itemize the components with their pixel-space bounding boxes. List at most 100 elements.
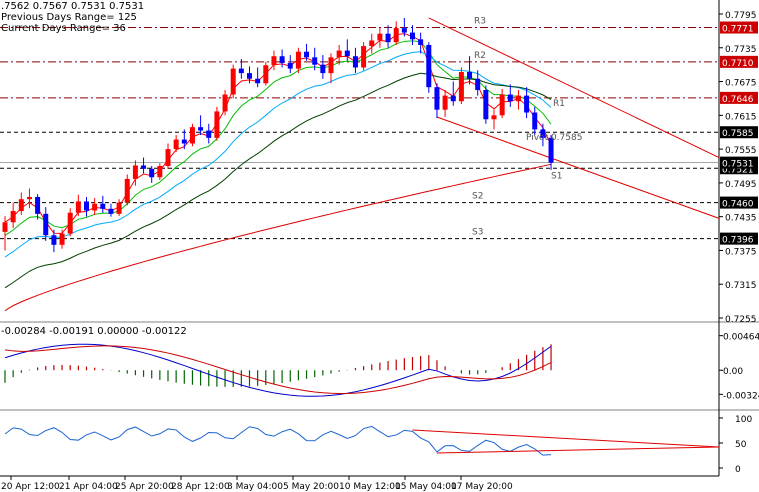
- rsi-tick-label: 50: [735, 440, 747, 450]
- level-price-box-text: 0.7396: [722, 236, 754, 246]
- candle-body: [304, 51, 310, 58]
- pivot-level-label: Pivot 0.7585: [526, 133, 582, 143]
- time-tick-label: 17 May 20:00: [451, 482, 513, 492]
- candle-body: [450, 95, 456, 102]
- candle-body: [165, 149, 171, 166]
- candle-body: [507, 94, 513, 102]
- time-tick-label: 10 May 12:00: [339, 482, 401, 492]
- candle-body: [328, 57, 334, 74]
- candle-body: [336, 50, 342, 58]
- candle-body: [344, 50, 350, 57]
- price-tick-label: 0.7555: [725, 146, 757, 156]
- candle-body: [181, 139, 187, 144]
- level-price-box-text: 0.7710: [722, 59, 754, 69]
- level-label-r1: R1: [553, 99, 565, 109]
- time-tick-label: 15 May 04:00: [395, 482, 457, 492]
- previous-range-readout: Previous Days Range= 125: [1, 12, 137, 23]
- candle-body: [426, 44, 432, 88]
- ohlc-readout: .7562 0.7567 0.7531 0.7531: [1, 1, 145, 12]
- level-label-r3: R3: [474, 17, 486, 27]
- candle-body: [458, 71, 464, 102]
- candle-body: [26, 196, 32, 200]
- candle-body: [222, 94, 228, 112]
- macd-readout: -0.00284 -0.00191 0.00000 -0.00122: [1, 326, 187, 337]
- time-tick-label: 21 Apr 04:00: [59, 482, 118, 492]
- candle-body: [51, 235, 57, 245]
- candle-body: [352, 56, 358, 68]
- candle-body: [483, 90, 489, 120]
- level-label-r2: R2: [474, 51, 486, 61]
- candle-body: [92, 203, 98, 211]
- candle-body: [377, 33, 383, 41]
- price-tick-label: 0.7615: [725, 112, 757, 122]
- candle-body: [35, 196, 41, 214]
- candle-body: [132, 165, 138, 179]
- candle-body: [149, 168, 155, 178]
- level-price-box-text: 0.7771: [722, 25, 754, 35]
- candle-body: [442, 95, 448, 110]
- candle-body: [206, 130, 212, 138]
- forex-chart-window[interactable]: 0.7795 0.7735 0.7675 0.7615 0.7555 0.7495 0.74…: [0, 0, 759, 492]
- candle-body: [385, 33, 391, 43]
- candle-body: [393, 28, 399, 43]
- price-tick-label: 0.7255: [725, 315, 757, 325]
- macd-tick-label: -0.00324: [723, 391, 759, 401]
- candle-body: [189, 127, 195, 144]
- candle-body: [198, 127, 204, 131]
- rsi-tick-label: 0: [735, 465, 741, 475]
- macd-tick-label: 0.00: [723, 367, 743, 377]
- candle-body: [279, 56, 285, 63]
- candle-body: [410, 32, 415, 40]
- macd-tick-label: 0.00464: [723, 333, 759, 343]
- price-tick-label: 0.7435: [725, 214, 757, 224]
- candle-body: [43, 213, 49, 236]
- candle-body: [173, 139, 179, 150]
- candle-body: [312, 57, 318, 65]
- candle-body: [255, 78, 261, 84]
- rsi-tick-label: 100: [735, 415, 752, 425]
- level-price-box-text: 0.7460: [722, 200, 754, 210]
- price-tick-label: 0.7315: [725, 281, 757, 291]
- candle-body: [361, 46, 367, 68]
- candle-body: [67, 212, 73, 234]
- candle-body: [238, 68, 244, 74]
- price-tick-label: 0.7495: [725, 180, 757, 190]
- candle-body: [263, 65, 269, 84]
- level-label-s2: S2: [472, 192, 483, 202]
- price-tick-label: 0.7675: [725, 79, 757, 89]
- candle-body: [59, 233, 65, 245]
- candle-body: [491, 115, 497, 120]
- candle-body: [214, 111, 220, 138]
- level-label-s1: S1: [551, 171, 562, 181]
- candle-body: [369, 40, 375, 47]
- candle-body: [10, 211, 16, 223]
- candle-body: [75, 201, 81, 213]
- candle-body: [84, 201, 89, 211]
- candle-body: [467, 71, 473, 79]
- current-range-readout: Current Days Range= 36: [1, 23, 126, 34]
- candle-body: [515, 95, 521, 102]
- level-label-s3: S3: [472, 228, 483, 238]
- candle-body: [108, 208, 114, 214]
- rsi-panel[interactable]: [0, 412, 719, 474]
- candle-body: [320, 64, 326, 74]
- candle-body: [532, 112, 538, 130]
- candle-body: [247, 73, 252, 79]
- candle-body: [230, 68, 236, 95]
- level-price-box-text: 0.7585: [722, 129, 754, 139]
- candle-body: [116, 202, 122, 214]
- time-tick-label: 28 Apr 12:00: [171, 482, 230, 492]
- level-price-box-text: 0.7646: [722, 95, 754, 105]
- candle-body: [141, 165, 147, 169]
- time-tick-label: 20 Apr 12:00: [1, 482, 60, 492]
- candle-body: [18, 199, 24, 212]
- candle-body: [418, 39, 424, 45]
- candle-body: [401, 28, 407, 33]
- candle-body: [295, 51, 301, 69]
- candle-body: [157, 166, 163, 178]
- candle-body: [475, 78, 481, 90]
- candle-body: [287, 62, 293, 69]
- candle-body: [434, 87, 440, 110]
- time-tick-label: 3 May 04:00: [227, 482, 283, 492]
- time-tick-label: 25 Apr 20:00: [115, 482, 174, 492]
